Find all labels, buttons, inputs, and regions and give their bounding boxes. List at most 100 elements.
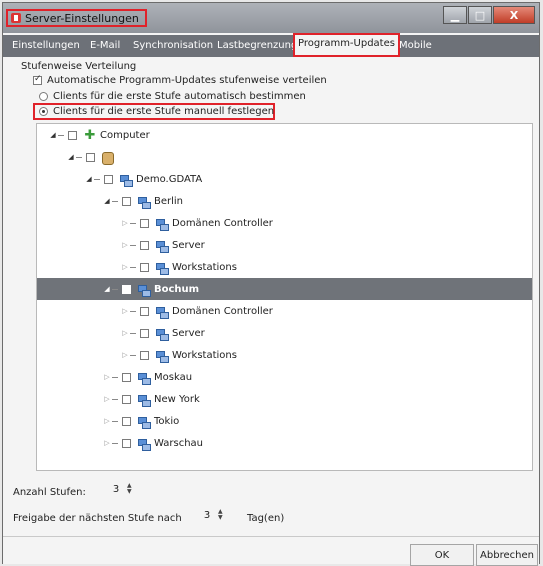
- radio-auto-option[interactable]: Clients für die erste Stufe automatisch …: [39, 91, 306, 102]
- maximize-button[interactable]: □: [468, 6, 492, 24]
- auto-updates-option[interactable]: Automatische Programm-Updates stufenweis…: [33, 74, 327, 86]
- auto-updates-checkbox[interactable]: [33, 74, 42, 85]
- dialog-footer: OK Abbrechen: [3, 536, 539, 566]
- collapse-triangle-icon[interactable]: ▷: [121, 351, 129, 359]
- tree-checkbox[interactable]: [122, 416, 131, 426]
- tree-checkbox[interactable]: [122, 196, 131, 206]
- database-icon: [101, 151, 115, 165]
- stepper-arrows-icon[interactable]: ▲ ▼: [218, 509, 226, 521]
- expand-triangle-icon[interactable]: ◢: [67, 153, 75, 161]
- tab-einstellungen[interactable]: Einstellungen: [9, 35, 83, 57]
- stage-count-label: Anzahl Stufen:: [13, 487, 86, 498]
- tree-row[interactable]: ◢ Demo.GDATA: [37, 168, 532, 190]
- tab-programm-updates[interactable]: Programm-Updates: [293, 33, 400, 57]
- tree-checkbox[interactable]: [122, 394, 131, 404]
- tree-row-selected[interactable]: ◢ Bochum: [37, 278, 532, 300]
- tree-label: Tokio: [154, 415, 180, 427]
- release-delay-label: Freigabe der nächsten Stufe nach: [13, 513, 182, 524]
- expand-triangle-icon[interactable]: ◢: [49, 131, 57, 139]
- stage-count-stepper[interactable]: 3 ▲ ▼: [105, 483, 135, 495]
- collapse-triangle-icon[interactable]: ▷: [103, 439, 111, 447]
- tree-checkbox[interactable]: [140, 218, 149, 228]
- tree-label: Workstations: [172, 261, 237, 273]
- tree-row[interactable]: ◢: [37, 146, 532, 168]
- tree-label: Workstations: [172, 349, 237, 361]
- expand-triangle-icon[interactable]: ◢: [103, 285, 111, 293]
- tree-label: Server: [172, 327, 205, 339]
- tree-row[interactable]: ▷ Workstations: [37, 344, 532, 366]
- tree-row[interactable]: ▷ Workstations: [37, 256, 532, 278]
- tree-row[interactable]: ▷ New York: [37, 388, 532, 410]
- network-icon: [155, 217, 169, 231]
- network-icon: [137, 437, 151, 451]
- network-icon: [137, 283, 151, 297]
- tree-checkbox[interactable]: [140, 262, 149, 272]
- tree-row[interactable]: ▷ Tokio: [37, 410, 532, 432]
- collapse-triangle-icon[interactable]: ▷: [121, 263, 129, 271]
- tree-checkbox[interactable]: [140, 328, 149, 338]
- collapse-triangle-icon[interactable]: ▷: [103, 373, 111, 381]
- radio-manual-option[interactable]: Clients für die erste Stufe manuell fest…: [39, 106, 274, 117]
- tree-label: Computer: [100, 129, 150, 141]
- tree-row[interactable]: ▷ Warschau: [37, 432, 532, 454]
- expand-triangle-icon[interactable]: ◢: [85, 175, 93, 183]
- tab-bar: Einstellungen E-Mail Synchronisation Las…: [3, 33, 539, 57]
- tree-checkbox[interactable]: [140, 306, 149, 316]
- tree-row[interactable]: ◢ Berlin: [37, 190, 532, 212]
- tree-checkbox[interactable]: [122, 372, 131, 382]
- tree-checkbox[interactable]: [122, 284, 131, 294]
- tree-checkbox[interactable]: [140, 240, 149, 250]
- expand-triangle-icon[interactable]: ◢: [103, 197, 111, 205]
- tree-checkbox[interactable]: [140, 350, 149, 360]
- auto-updates-label: Automatische Programm-Updates stufenweis…: [47, 75, 327, 86]
- title-highlight: Server-Einstellungen: [6, 9, 147, 27]
- tree-row[interactable]: ▷ Domänen Controller: [37, 300, 532, 322]
- network-icon: [155, 239, 169, 253]
- tree-row[interactable]: ▷ Server: [37, 234, 532, 256]
- collapse-triangle-icon[interactable]: ▷: [103, 417, 111, 425]
- tree-checkbox[interactable]: [104, 174, 113, 184]
- tab-email[interactable]: E-Mail: [87, 35, 123, 57]
- network-icon: [137, 195, 151, 209]
- settings-window: Server-Einstellungen ▁ □ X Einstellungen…: [2, 2, 540, 566]
- network-icon: [155, 305, 169, 319]
- network-icon: [155, 327, 169, 341]
- client-tree[interactable]: ◢ ✚ Computer ◢ ◢ Demo.GDATA ◢ Berlin ▷ D…: [36, 123, 533, 471]
- tab-lastbegrenzung[interactable]: Lastbegrenzung: [214, 35, 300, 57]
- radio-auto-label: Clients für die erste Stufe automatisch …: [53, 91, 306, 102]
- minimize-button[interactable]: ▁: [443, 6, 467, 24]
- tree-row[interactable]: ▷ Moskau: [37, 366, 532, 388]
- collapse-triangle-icon[interactable]: ▷: [121, 241, 129, 249]
- tree-checkbox[interactable]: [122, 438, 131, 448]
- app-icon: [10, 12, 22, 24]
- close-button[interactable]: X: [493, 6, 535, 24]
- stepper-arrows-icon[interactable]: ▲ ▼: [127, 483, 135, 495]
- collapse-triangle-icon[interactable]: ▷: [121, 329, 129, 337]
- tree-checkbox[interactable]: [68, 130, 77, 140]
- release-delay-unit: Tag(en): [247, 513, 285, 524]
- radio-auto[interactable]: [39, 92, 48, 101]
- tree-checkbox[interactable]: [86, 152, 95, 162]
- cancel-button[interactable]: Abbrechen: [476, 544, 538, 566]
- ok-button[interactable]: OK: [410, 544, 474, 566]
- network-icon: [155, 349, 169, 363]
- tab-synchronisation[interactable]: Synchronisation: [130, 35, 216, 57]
- title-bar: Server-Einstellungen ▁ □ X: [3, 3, 539, 33]
- collapse-triangle-icon[interactable]: ▷: [121, 307, 129, 315]
- tree-row[interactable]: ▷ Domänen Controller: [37, 212, 532, 234]
- tab-mobile[interactable]: Mobile: [396, 35, 435, 57]
- release-delay-value[interactable]: 3: [196, 510, 218, 521]
- tree-row[interactable]: ◢ ✚ Computer: [37, 124, 532, 146]
- collapse-triangle-icon[interactable]: ▷: [121, 219, 129, 227]
- tree-label: Bochum: [154, 283, 200, 295]
- tree-label: Server: [172, 239, 205, 251]
- stage-count-value[interactable]: 3: [105, 484, 127, 495]
- radio-manual[interactable]: [39, 107, 48, 116]
- tree-label: New York: [154, 393, 200, 405]
- release-delay-stepper[interactable]: 3 ▲ ▼: [196, 509, 226, 521]
- network-icon: [137, 415, 151, 429]
- tree-row[interactable]: ▷ Server: [37, 322, 532, 344]
- collapse-triangle-icon[interactable]: ▷: [103, 395, 111, 403]
- section-title: Stufenweise Verteilung: [21, 61, 137, 72]
- tree-label: Moskau: [154, 371, 193, 383]
